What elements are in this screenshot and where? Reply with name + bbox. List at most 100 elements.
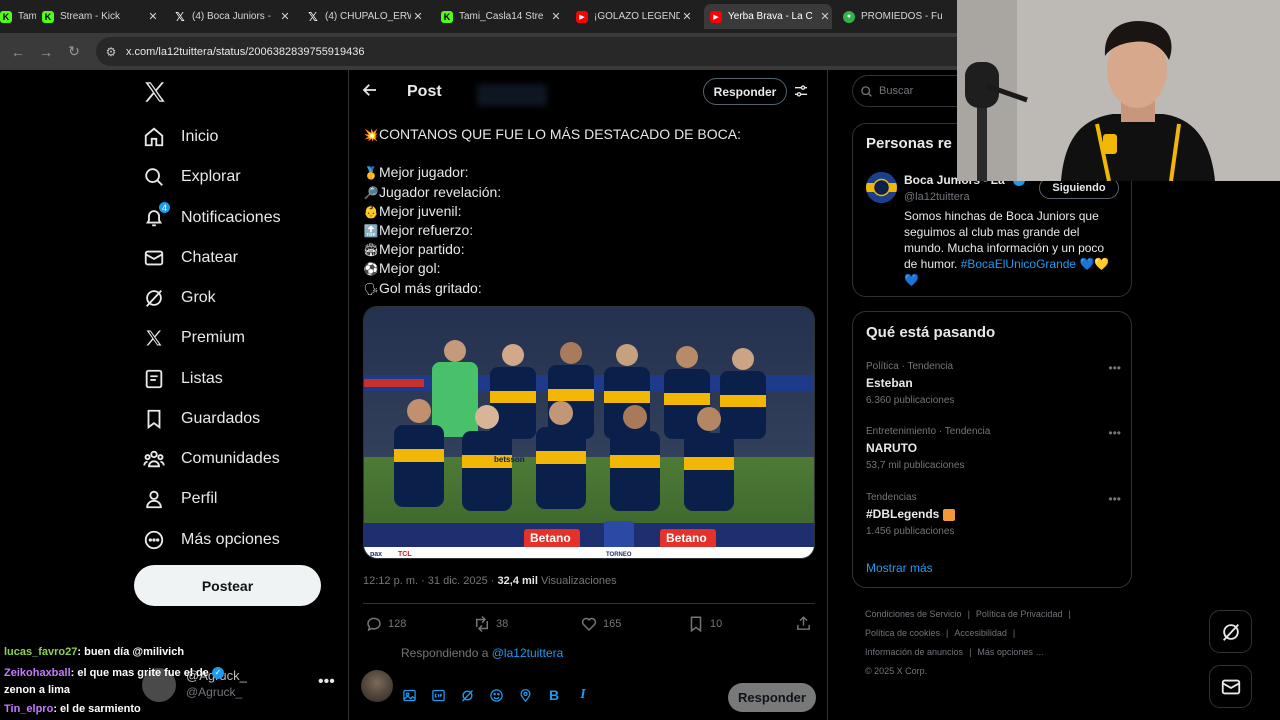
filter-sliders-icon[interactable] bbox=[793, 83, 809, 99]
close-tab-icon[interactable]: ✕ bbox=[680, 10, 694, 23]
sidebar-item-premium[interactable]: Premium bbox=[142, 324, 245, 352]
show-more-link[interactable]: Mostrar más bbox=[866, 561, 933, 575]
close-tab-icon[interactable]: ✕ bbox=[278, 10, 292, 23]
close-tab-icon[interactable]: ✕ bbox=[146, 10, 160, 23]
panel-title: Qué está pasando bbox=[866, 324, 996, 341]
grok-floating-button[interactable] bbox=[1209, 610, 1252, 653]
promiedos-favicon-icon: ● bbox=[843, 10, 855, 23]
x-logo-icon[interactable] bbox=[142, 79, 168, 105]
footer-link[interactable]: Política de Privacidad bbox=[976, 609, 1063, 619]
tweet-headline: 💥CONTANOS QUE FUE LO MÁS DESTACADO DE BO… bbox=[363, 125, 813, 144]
post-metadata: 12:12 p. m. · 31 dic. 2025 · 32,4 mil Vi… bbox=[363, 575, 617, 587]
sidebar-item-explorar[interactable]: Explorar bbox=[142, 163, 241, 191]
close-tab-icon[interactable]: ✕ bbox=[411, 10, 425, 23]
soccer-ball-emoji-icon: ⚽ bbox=[363, 262, 379, 277]
emoji-icon[interactable] bbox=[488, 687, 504, 703]
forward-icon[interactable]: → bbox=[32, 44, 60, 60]
tab-tami-stream[interactable]: K Tami_Casla14 Stre ✕ bbox=[441, 4, 563, 29]
address-bar[interactable]: ⚙ x.com/la12tuittera/status/200638283975… bbox=[96, 37, 996, 66]
tab-promiedos[interactable]: ● PROMIEDOS - Fu bbox=[843, 4, 957, 29]
trend-context: Tendencias bbox=[866, 492, 917, 503]
avatar[interactable] bbox=[866, 172, 897, 203]
replying-to-handle[interactable]: @la12tuittera bbox=[492, 646, 564, 660]
close-tab-icon[interactable]: ✕ bbox=[818, 10, 832, 23]
chat-text: : el que mas grite fue el de bbox=[70, 667, 209, 679]
trend-item[interactable]: Entretenimiento · Tendencia NARUTO 53,7 … bbox=[866, 426, 1121, 471]
footer-link[interactable]: Información de anuncios bbox=[865, 647, 963, 657]
profile-bio: Somos hinchas de Boca Juniors que seguim… bbox=[904, 208, 1119, 288]
tweet-list-text: Mejor refuerzo: bbox=[379, 221, 474, 238]
sidebar-item-chatear[interactable]: Chatear bbox=[142, 244, 238, 272]
more-dots-icon[interactable]: ••• bbox=[1108, 361, 1121, 375]
grok-icon[interactable] bbox=[459, 687, 475, 703]
footer-link[interactable]: Más opciones … bbox=[977, 647, 1044, 657]
image-icon[interactable] bbox=[401, 687, 417, 703]
close-tab-icon[interactable]: ✕ bbox=[549, 10, 563, 23]
sidebar-item-guardados[interactable]: Guardados bbox=[142, 405, 260, 433]
top-emoji-icon: 🔝 bbox=[363, 223, 379, 238]
trend-name: #DBLegends bbox=[866, 507, 1121, 521]
repost-action[interactable]: 38 bbox=[473, 615, 508, 633]
bio-hashtag-link[interactable]: #BocaElUnicoGrande bbox=[961, 257, 1076, 271]
like-action[interactable]: 165 bbox=[580, 615, 621, 633]
sidebar-item-notificaciones[interactable]: 4 Notificaciones bbox=[142, 201, 281, 232]
notification-badge: 4 bbox=[158, 201, 171, 214]
sidebar-item-inicio[interactable]: Inicio bbox=[142, 123, 218, 151]
more-dots-icon[interactable]: ••• bbox=[1108, 492, 1121, 506]
more-dots-icon[interactable]: ••• bbox=[1108, 426, 1121, 440]
footer-link[interactable]: Política de cookies bbox=[865, 628, 940, 638]
tab-title: PROMIEDOS - Fu bbox=[861, 11, 943, 22]
bookmark-action[interactable]: 10 bbox=[687, 615, 722, 633]
replying-to: Respondiendo a @la12tuittera bbox=[401, 646, 563, 660]
x-favicon-icon: 𝕏 bbox=[175, 9, 185, 24]
sidebar-item-listas[interactable]: Listas bbox=[142, 365, 223, 393]
bell-icon: 4 bbox=[142, 201, 171, 230]
reply-action[interactable]: 128 bbox=[365, 615, 406, 633]
sidebar-item-mas-opciones[interactable]: Más opciones bbox=[142, 526, 280, 554]
more-circle-icon bbox=[142, 528, 166, 552]
tab-title: Stream - Kick bbox=[60, 11, 121, 22]
sidebar-item-perfil[interactable]: Perfil bbox=[142, 485, 217, 513]
post-image[interactable]: Betano Betano TORNEO pax TCL betsson bbox=[363, 306, 815, 559]
trend-name: NARUTO bbox=[866, 441, 918, 455]
tab-golazo-legend[interactable]: ▶ ¡GOLAZO LEGEND ✕ bbox=[576, 4, 694, 29]
sidebar-item-label: Premium bbox=[181, 329, 246, 346]
sidebar-item-comunidades[interactable]: Comunidades bbox=[142, 445, 280, 473]
account-handle: @Agruck_ bbox=[186, 685, 243, 699]
tab-boca-juniors[interactable]: 𝕏 (4) Boca Juniors - ✕ bbox=[172, 4, 292, 29]
footer-link[interactable]: Accesibilidad bbox=[954, 628, 1007, 638]
footer-link[interactable]: Condiciones de Servicio bbox=[865, 609, 962, 619]
gif-icon[interactable] bbox=[430, 687, 446, 703]
more-dots-icon[interactable]: ••• bbox=[318, 673, 335, 691]
reply-header-button[interactable]: Responder bbox=[703, 78, 787, 105]
sponsor-board-text: pax bbox=[370, 551, 383, 558]
location-icon[interactable] bbox=[517, 687, 533, 703]
tweet-list-item: 👶Mejor juvenil: bbox=[363, 202, 813, 221]
tab-title: Yerba Brava - La C bbox=[728, 11, 813, 22]
site-settings-icon[interactable]: ⚙ bbox=[96, 45, 126, 59]
italic-icon[interactable]: I bbox=[575, 687, 591, 703]
reload-icon[interactable]: ↻ bbox=[60, 43, 88, 60]
avatar[interactable] bbox=[361, 670, 393, 702]
trend-item[interactable]: Política · Tendencia Esteban 6.360 publi… bbox=[866, 361, 1121, 406]
url-text[interactable]: x.com/la12tuittera/status/20063828397559… bbox=[126, 46, 365, 58]
bookmark-icon bbox=[690, 616, 702, 633]
back-icon[interactable]: ← bbox=[4, 44, 32, 60]
post-time[interactable]: 12:12 p. m. · 31 dic. 2025 · bbox=[363, 575, 498, 587]
post-button[interactable]: Postear bbox=[134, 565, 321, 606]
trend-item[interactable]: Tendencias #DBLegends 1.456 publicacione… bbox=[866, 492, 1121, 537]
messages-floating-button[interactable] bbox=[1209, 665, 1252, 708]
sidebar-item-grok[interactable]: Grok bbox=[142, 284, 216, 312]
tab-chupalo-erw[interactable]: 𝕏 (4) CHUPALO_ERW ✕ bbox=[307, 4, 425, 29]
bold-icon[interactable]: B bbox=[546, 687, 562, 703]
back-arrow-icon[interactable] bbox=[361, 81, 379, 99]
tab-tami-casla14[interactable]: K Tami_Casla14 ✕ bbox=[0, 4, 36, 29]
tab-yerba-brava[interactable]: ▶ Yerba Brava - La C ✕ bbox=[704, 4, 832, 29]
tab-stream-kick[interactable]: K Stream - Kick ✕ bbox=[38, 4, 160, 29]
share-action[interactable] bbox=[795, 615, 817, 632]
chat-username: Tin_elpro bbox=[4, 703, 54, 715]
like-count: 165 bbox=[603, 618, 622, 630]
tab-title: (4) Boca Juniors - bbox=[192, 11, 271, 22]
reply-submit-button[interactable]: Responder bbox=[728, 683, 816, 712]
stadium-emoji-icon: 🏟 bbox=[363, 243, 379, 258]
